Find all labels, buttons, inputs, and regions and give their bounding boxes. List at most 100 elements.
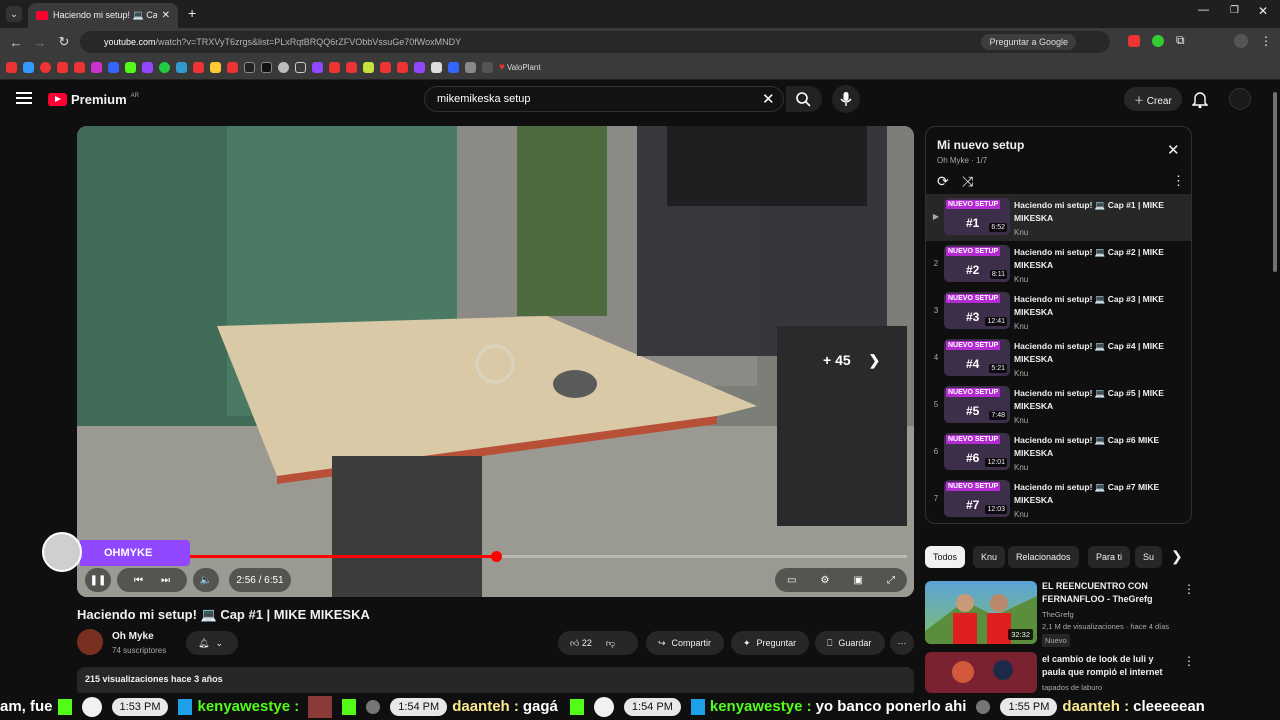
fullscreen-icon[interactable]: ⤢: [887, 575, 895, 586]
maximize-button[interactable]: ❐: [1230, 5, 1239, 16]
bookmark-icon[interactable]: [193, 62, 204, 73]
youtube-logo[interactable]: Premium AR: [48, 92, 139, 107]
bookmark-icon[interactable]: [57, 62, 68, 73]
bookmark-icon[interactable]: [346, 62, 357, 73]
bookmark-icon[interactable]: [414, 62, 425, 73]
bookmark-icon[interactable]: [125, 62, 136, 73]
reload-icon[interactable]: ↻: [52, 34, 76, 50]
channel-name[interactable]: Oh Myke: [112, 631, 154, 642]
playlist-item-title[interactable]: Haciendo mi setup! 💻 Cap #1 | MIKE MIKES…: [1014, 199, 1184, 225]
chip-todos[interactable]: Todos: [925, 546, 966, 568]
rec-thumbnail[interactable]: 32:32: [925, 581, 1037, 644]
rec-title[interactable]: el cambio de look de luli y paula que ro…: [1042, 653, 1177, 679]
bookmark-icon[interactable]: [244, 62, 255, 73]
playlist-item-channel[interactable]: Knu: [1014, 322, 1028, 331]
minimize-button[interactable]: —: [1198, 4, 1209, 16]
page-scrollbar[interactable]: [1270, 80, 1280, 693]
bookmark-icon[interactable]: [261, 62, 272, 73]
chip-para-ti[interactable]: Para ti: [1088, 546, 1131, 568]
loop-icon[interactable]: ⟳: [937, 173, 949, 190]
playlist-item[interactable]: 5 NUEVO SETUP #5 7:48 Haciendo mi setup! 💻 C…: [926, 382, 1191, 429]
rec-more-icon[interactable]: ⋮: [1183, 582, 1195, 596]
close-window-button[interactable]: ✕: [1258, 4, 1268, 18]
playlist-item-channel[interactable]: Knu: [1014, 228, 1028, 237]
playlist-item[interactable]: 6 NUEVO SETUP #6 12:01 Haciendo mi setup! 💻 …: [926, 429, 1191, 476]
bookmark-icon[interactable]: [176, 62, 187, 73]
playlist-item-channel[interactable]: Knu: [1014, 463, 1028, 472]
more-actions-button[interactable]: ⋯: [890, 631, 914, 655]
search-input[interactable]: mikemikeska setup: [424, 86, 784, 112]
bookmark-icon[interactable]: [380, 62, 391, 73]
account-avatar[interactable]: [1229, 88, 1251, 110]
bookmark-icon[interactable]: [6, 62, 17, 73]
bookmark-valoplant[interactable]: ♥ ValoPlant: [499, 62, 541, 73]
extension-icon[interactable]: [1128, 35, 1140, 47]
chip-knu[interactable]: Knu: [973, 546, 1006, 568]
bookmark-icon[interactable]: [74, 62, 85, 73]
bookmark-icon[interactable]: [23, 62, 34, 73]
bookmark-icon[interactable]: [278, 62, 289, 73]
rec-thumbnail[interactable]: [925, 652, 1037, 693]
next-icon[interactable]: ⏭: [161, 575, 170, 586]
playlist-item-channel[interactable]: Knu: [1014, 510, 1028, 519]
playlist-item-title[interactable]: Haciendo mi setup! 💻 Cap #6 MIKE MIKESKA: [1014, 434, 1184, 460]
puzzle-icon[interactable]: ⧉: [1176, 33, 1185, 48]
bookmark-icon[interactable]: [91, 62, 102, 73]
ask-button[interactable]: ✦ Preguntar: [731, 631, 809, 655]
browser-menu-icon[interactable]: ⋮: [1260, 34, 1272, 48]
playlist-item[interactable]: 4 NUEVO SETUP #4 5:21 Haciendo mi setup! 💻 C…: [926, 335, 1191, 382]
bookmark-icon[interactable]: [159, 62, 170, 73]
playlist-item[interactable]: 2 NUEVO SETUP #2 8:11 Haciendo mi setup! 💻 C…: [926, 241, 1191, 288]
volume-button[interactable]: 🔈: [193, 568, 219, 592]
playlist-item-title[interactable]: Haciendo mi setup! 💻 Cap #4 | MIKE MIKES…: [1014, 340, 1184, 366]
clear-search-icon[interactable]: ✕: [762, 90, 775, 108]
folder-icon[interactable]: [295, 62, 306, 73]
channel-avatar[interactable]: [77, 629, 103, 655]
close-tab-icon[interactable]: ✕: [162, 10, 170, 21]
playlist-item-title[interactable]: Haciendo mi setup! 💻 Cap #7 MIKE MIKESKA: [1014, 481, 1184, 507]
rec-more-icon[interactable]: ⋮: [1183, 654, 1195, 668]
playlist-item[interactable]: ▶ NUEVO SETUP #1 6:52 Haciendo mi setup! 💻 C…: [926, 194, 1191, 241]
dislike-icon[interactable]: 👎︎: [606, 638, 615, 649]
bookmark-icon[interactable]: [397, 62, 408, 73]
gemini-button[interactable]: Preguntar a Google: [981, 34, 1076, 50]
bookmark-icon[interactable]: [465, 62, 476, 73]
playlist-item-title[interactable]: Haciendo mi setup! 💻 Cap #3 | MIKE MIKES…: [1014, 293, 1184, 319]
playlist-item[interactable]: 3 NUEVO SETUP #3 12:41 Haciendo mi setup! 💻 …: [926, 288, 1191, 335]
video-player[interactable]: + 45 ❯ ❚❚ ⏮ ⏭ 🔈 2:56 / 6:51 ▭ ⚙ ▣ ⤢: [77, 126, 914, 597]
extension-icon[interactable]: [1152, 35, 1164, 47]
search-button[interactable]: [786, 86, 822, 112]
theater-mode-icon[interactable]: ▣: [854, 575, 863, 586]
notifications-button[interactable]: 🔔︎ ⌄: [186, 631, 238, 655]
chip-relacionados[interactable]: Relacionados: [1008, 546, 1079, 568]
playlist-item-channel[interactable]: Knu: [1014, 275, 1028, 284]
playlist-more-icon[interactable]: ⋮: [1172, 173, 1185, 189]
scrollbar-thumb[interactable]: [1273, 92, 1277, 272]
profile-icon[interactable]: [1234, 34, 1248, 48]
new-tab-button[interactable]: +: [188, 5, 196, 21]
share-button[interactable]: ↪ Compartir: [646, 631, 724, 655]
shuffle-icon[interactable]: ⤨: [962, 173, 973, 190]
playlist-thumbnail[interactable]: NUEVO SETUP #7 12:03: [944, 480, 1010, 517]
skip-forward-indicator[interactable]: + 45 ❯: [823, 352, 880, 369]
save-button[interactable]: ⎕ Guardar: [815, 631, 885, 655]
bookmark-icon[interactable]: [312, 62, 323, 73]
playlist-thumbnail[interactable]: NUEVO SETUP #1 6:52: [944, 198, 1010, 235]
bookmark-icon[interactable]: [227, 62, 238, 73]
create-button[interactable]: ＋ Crear: [1124, 87, 1182, 111]
playlist-thumbnail[interactable]: NUEVO SETUP #2 8:11: [944, 245, 1010, 282]
bookmark-icon[interactable]: [363, 62, 374, 73]
playlist-item[interactable]: 7 NUEVO SETUP #7 12:03 Haciendo mi setup! 💻 …: [926, 476, 1191, 523]
playlist-title[interactable]: Mi nuevo setup: [937, 138, 1024, 152]
playlist-item-channel[interactable]: Knu: [1014, 369, 1028, 378]
close-playlist-icon[interactable]: ✕: [1167, 141, 1180, 159]
menu-icon[interactable]: [16, 92, 32, 104]
forward-icon[interactable]: →: [28, 35, 52, 50]
subtitles-icon[interactable]: ▭: [787, 575, 796, 586]
like-button[interactable]: 👍︎ 22: [570, 638, 592, 649]
bookmark-icon[interactable]: [142, 62, 153, 73]
bookmark-icon[interactable]: [482, 62, 493, 73]
playlist-thumbnail[interactable]: NUEVO SETUP #6 12:01: [944, 433, 1010, 470]
bookmark-icon[interactable]: [108, 62, 119, 73]
previous-icon[interactable]: ⏮: [134, 575, 143, 586]
